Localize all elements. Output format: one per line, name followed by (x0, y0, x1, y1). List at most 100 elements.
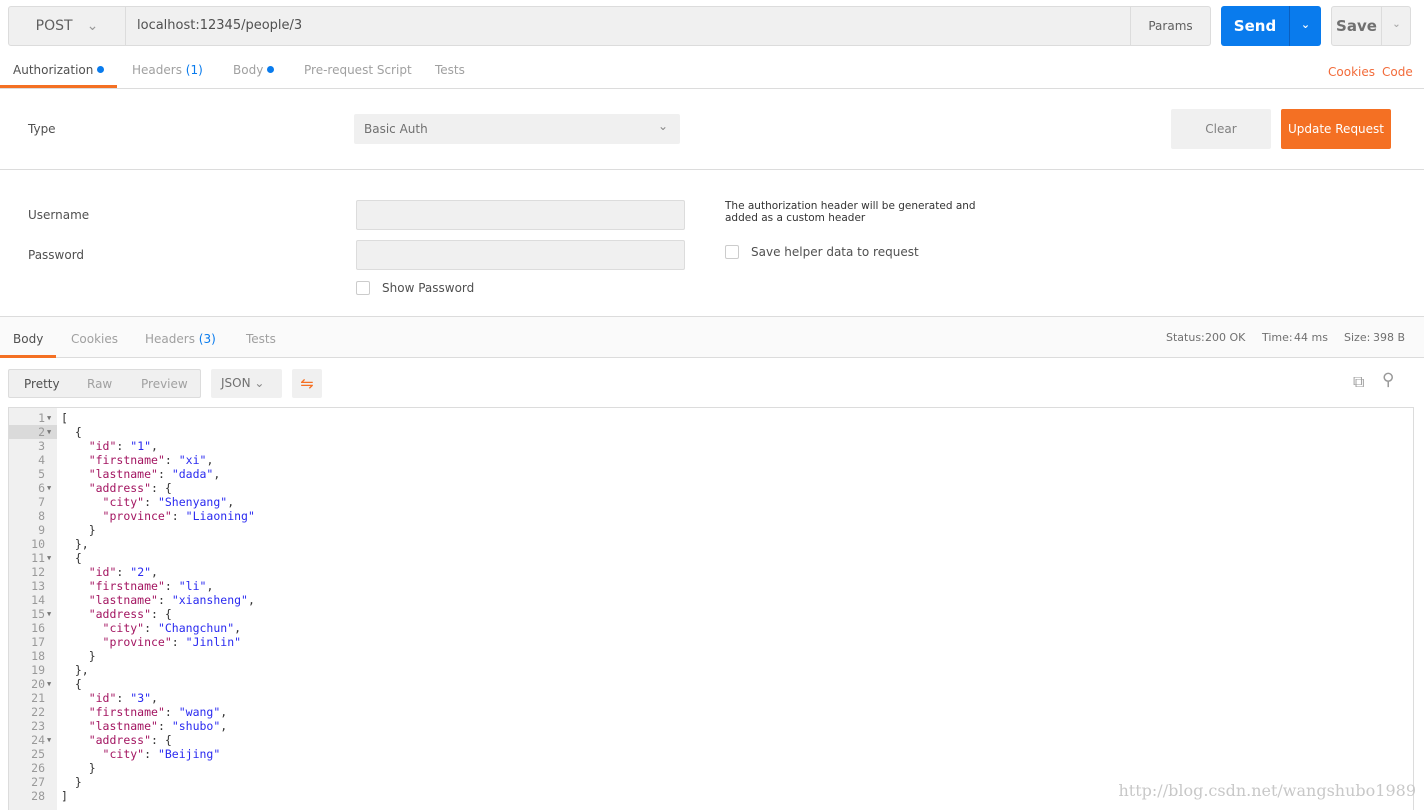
code-text: "firstname": "li", (88, 579, 214, 593)
method-label: POST (35, 18, 73, 34)
save-label: Save (1336, 17, 1377, 35)
show-password-checkbox[interactable] (356, 281, 370, 295)
tab-body[interactable]: Body (233, 63, 275, 77)
code-text: "lastname": "dada", (88, 467, 221, 481)
code-line: 1 ▼ [ (9, 411, 1413, 425)
time-label: Time: (1262, 331, 1293, 344)
line-number: 1 (38, 411, 45, 425)
send-dropdown-chevron-icon[interactable]: ⌄ (1289, 6, 1321, 46)
line-number: 24 (31, 733, 45, 747)
cookies-link[interactable]: Cookies (1328, 65, 1375, 79)
format-select[interactable]: JSON ⌄ (211, 369, 282, 398)
update-request-button[interactable]: Update Request (1281, 109, 1391, 149)
password-input[interactable] (356, 240, 685, 270)
tab-response-headers[interactable]: Headers (3) (145, 332, 216, 346)
search-icon[interactable]: ⚲ (1382, 370, 1394, 390)
modified-dot-icon (97, 66, 105, 73)
code-text: "firstname": "xi", (88, 453, 214, 467)
code-text: } (61, 761, 96, 775)
watermark: http://blog.csdn.net/wangshubo1989 (1118, 781, 1417, 800)
clear-button[interactable]: Clear (1171, 109, 1271, 149)
code-text: } (61, 775, 82, 789)
chevron-down-icon: ⌄ (657, 119, 668, 133)
pretty-button[interactable]: Pretty (24, 377, 60, 391)
code-line: 16 "city": "Changchun", (9, 621, 1413, 635)
code-text: { (61, 551, 82, 565)
code-line: 15 ▼ "address": { (9, 607, 1413, 621)
size-value: 398 B (1373, 331, 1406, 344)
code-line: 25 "city": "Beijing" (9, 747, 1413, 761)
save-button[interactable]: Save ⌄ (1331, 6, 1411, 46)
tab-authorization[interactable]: Authorization (13, 63, 105, 77)
raw-button[interactable]: Raw (87, 377, 112, 391)
tab-label: Headers (132, 63, 182, 77)
fold-arrow-icon[interactable]: ▼ (47, 425, 51, 439)
username-input[interactable] (356, 200, 685, 230)
auth-type-select[interactable]: Basic Auth ⌄ (354, 114, 680, 144)
wrap-lines-icon[interactable]: ⇋ (292, 369, 322, 398)
code-line: 14 "lastname": "xiansheng", (9, 593, 1413, 607)
username-label: Username (28, 208, 90, 222)
show-password-label: Show Password (382, 281, 475, 295)
tab-count: (3) (198, 332, 216, 346)
fold-arrow-icon[interactable]: ▼ (47, 733, 51, 747)
chevron-down-icon: ⌄ (86, 18, 99, 34)
status-value: 200 OK (1205, 331, 1246, 344)
tab-response-body[interactable]: Body (13, 332, 43, 346)
time-value: 44 ms (1294, 331, 1328, 344)
size-label: Size: (1344, 331, 1371, 344)
password-label: Password (28, 248, 85, 262)
line-number: 15 (31, 607, 45, 621)
active-tab-indicator (0, 85, 117, 88)
params-button[interactable]: Params (1130, 7, 1210, 45)
line-number: 25 (31, 747, 45, 761)
fold-arrow-icon[interactable]: ▼ (47, 551, 51, 565)
code-line: 23 "lastname": "shubo", (9, 719, 1413, 733)
line-number: 20 (31, 677, 45, 691)
code-line: 7 "city": "Shenyang", (9, 495, 1413, 509)
preview-button[interactable]: Preview (141, 377, 188, 391)
tab-tests[interactable]: Tests (435, 63, 465, 77)
code-line: 8 "province": "Liaoning" (9, 509, 1413, 523)
code-line: 26 } (9, 761, 1413, 775)
code-text: "firstname": "wang", (88, 705, 228, 719)
code-text: "address": { (88, 733, 172, 747)
line-number: 6 (38, 481, 45, 495)
method-select[interactable]: POST ⌄ (9, 7, 126, 45)
fold-arrow-icon[interactable]: ▼ (47, 677, 51, 691)
code-text: } (61, 523, 96, 537)
fold-arrow-icon[interactable]: ▼ (47, 607, 51, 621)
code-text: { (61, 677, 82, 691)
code-text: }, (61, 663, 89, 677)
code-link[interactable]: Code (1382, 65, 1413, 79)
code-line: 4 "firstname": "xi", (9, 453, 1413, 467)
fold-arrow-icon[interactable]: ▼ (47, 481, 51, 495)
code-text: "province": "Liaoning" (102, 509, 255, 523)
status-label: Status: (1166, 331, 1205, 344)
auth-type-value: Basic Auth (364, 122, 428, 136)
url-input[interactable]: localhost:12345/people/3 (137, 18, 302, 33)
code-line: 6 ▼ "address": { (9, 481, 1413, 495)
code-line: 3 "id": "1", (9, 439, 1413, 453)
fold-arrow-icon[interactable]: ▼ (47, 411, 51, 425)
tab-headers[interactable]: Headers (1) (132, 63, 203, 77)
save-helper-checkbox[interactable] (725, 245, 739, 259)
line-number: 16 (31, 621, 45, 635)
tab-pre-request-script[interactable]: Pre-request Script (304, 63, 412, 77)
response-editor[interactable]: 1 ▼[2 ▼ {3 "id": "1", 4 "firstname": "xi", 5… (8, 407, 1414, 810)
tab-count: (1) (185, 63, 203, 77)
code-text: "lastname": "shubo", (88, 719, 228, 733)
code-line: 9 } (9, 523, 1413, 537)
code-text: "address": { (88, 481, 172, 495)
tab-response-cookies[interactable]: Cookies (71, 332, 118, 346)
line-number: 19 (31, 663, 45, 677)
code-line: 22 "firstname": "wang", (9, 705, 1413, 719)
line-number: 28 (31, 789, 45, 803)
code-text: "city": "Changchun", (102, 621, 242, 635)
line-number: 10 (31, 537, 45, 551)
line-number: 26 (31, 761, 45, 775)
tab-response-tests[interactable]: Tests (246, 332, 276, 346)
send-button[interactable]: Send ⌄ (1221, 6, 1321, 46)
copy-icon[interactable]: ⧉ (1353, 372, 1364, 392)
save-dropdown-chevron-icon[interactable]: ⌄ (1381, 7, 1411, 45)
